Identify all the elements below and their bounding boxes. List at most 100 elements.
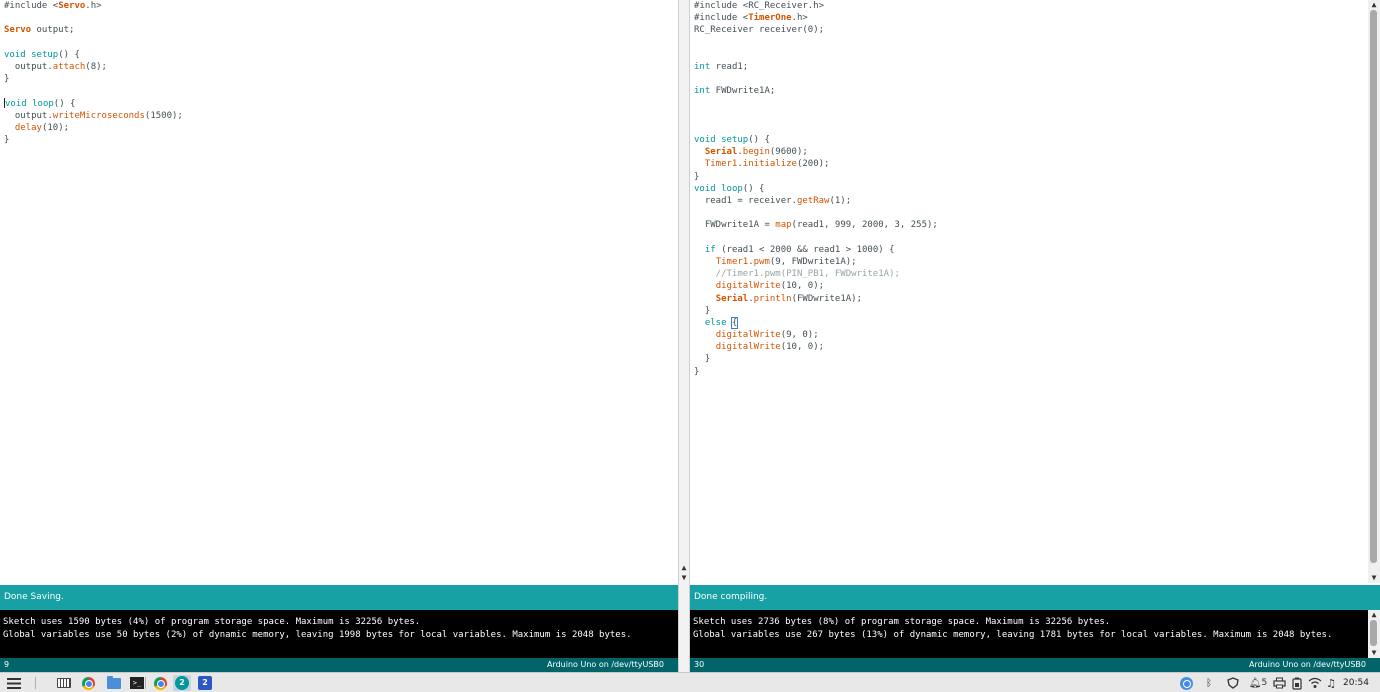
taskbar-arduino-group[interactable]: 2 <box>173 675 191 691</box>
footer-bar-right: 30 Arduino Uno on /dev/ttyUSB0 <box>690 658 1380 672</box>
code-editor-right[interactable]: #include <RC_Receiver.h> #include <TimerO… <box>690 0 1368 583</box>
code-line[interactable]: digitalWrite(10, 0); <box>694 341 1368 353</box>
code-token: (9, 0); <box>780 330 819 341</box>
code-token: delay <box>14 122 42 133</box>
code-token: (10, 0); <box>780 281 825 292</box>
code-line[interactable]: #include <TimerOne.h> <box>694 12 1368 24</box>
code-line[interactable]: FWDwrite1A = map(read1, 999, 2000, 3, 25… <box>694 219 1368 231</box>
code-line[interactable]: } <box>4 73 678 85</box>
scroll-up-icon[interactable]: ▲ <box>1368 0 1380 10</box>
browser-launcher[interactable] <box>79 675 97 691</box>
code-line[interactable]: Timer1.initialize(200); <box>694 158 1368 170</box>
code-line[interactable] <box>694 49 1368 61</box>
tray-notifications[interactable]: 🔔︎ 5 <box>1247 675 1269 691</box>
code-line[interactable]: int FWDwrite1A; <box>694 85 1368 97</box>
code-line[interactable]: RC_Receiver receiver(0); <box>694 24 1368 36</box>
code-token: (FWDwrite1A); <box>791 293 863 304</box>
chrome-icon <box>81 676 95 690</box>
tray-bluetooth[interactable]: ᛒ <box>1200 675 1218 691</box>
code-line[interactable]: digitalWrite(10, 0); <box>694 280 1368 292</box>
code-line[interactable]: } <box>694 305 1368 317</box>
code-line[interactable] <box>694 232 1368 244</box>
code-line[interactable] <box>694 98 1368 110</box>
tray-chrome[interactable] <box>1177 675 1195 691</box>
code-token: //Timer1.pwm(PIN_PB1, FWDwrite1A); <box>694 269 900 280</box>
code-line[interactable]: } <box>694 366 1368 378</box>
code-token: #include < <box>694 1 749 11</box>
code-line[interactable] <box>694 207 1368 219</box>
code-token: loop <box>721 183 743 194</box>
code-token: (200); <box>796 159 830 170</box>
code-line[interactable] <box>4 37 678 49</box>
console-scrollbar-right[interactable]: ▲ ▼ <box>1368 610 1380 658</box>
code-line[interactable]: void loop() { <box>4 98 678 110</box>
taskbar-separator <box>145 677 146 689</box>
taskbar-app-group[interactable]: 2 <box>196 675 214 691</box>
tray-vpn[interactable] <box>1224 675 1242 691</box>
code-line[interactable]: else { <box>694 316 1368 329</box>
code-token: } <box>4 135 10 146</box>
code-line[interactable] <box>4 12 678 24</box>
taskbar-chrome-window[interactable] <box>151 675 169 691</box>
tray-battery[interactable] <box>1288 675 1306 691</box>
code-text-left[interactable]: #include <Servo.h> Servo output; void setu… <box>0 0 678 146</box>
console-output-left[interactable]: Sketch uses 1590 bytes (4%) of program s… <box>0 610 678 658</box>
code-token: (9600); <box>769 147 808 158</box>
code-line[interactable] <box>694 73 1368 85</box>
code-line[interactable]: digitalWrite(9, 0); <box>694 329 1368 341</box>
file-manager-launcher[interactable] <box>105 675 123 691</box>
scroll-up-icon[interactable]: ▲ <box>1368 610 1380 620</box>
code-line[interactable]: Serial.println(FWDwrite1A); <box>694 293 1368 305</box>
code-line[interactable]: #include <RC_Receiver.h> <box>694 0 1368 12</box>
code-line[interactable]: void setup() { <box>4 49 678 61</box>
code-line[interactable]: if (read1 < 2000 && read1 > 1000) { <box>694 244 1368 256</box>
chevron-down-icon[interactable]: ▼ <box>679 573 689 583</box>
code-line[interactable]: output.writeMicroseconds(1500); <box>4 110 678 122</box>
scroll-down-icon[interactable]: ▼ <box>1368 573 1380 583</box>
app-menu-button[interactable] <box>5 675 23 691</box>
code-token: TimerOne <box>748 13 792 24</box>
code-token: Servo <box>58 1 86 11</box>
code-line[interactable]: int read1; <box>694 61 1368 73</box>
terminal-launcher[interactable]: >_ <box>128 675 146 691</box>
code-line[interactable]: } <box>694 353 1368 365</box>
code-token: output. <box>4 110 53 121</box>
code-line[interactable]: } <box>694 171 1368 183</box>
tray-audio[interactable]: ♫ <box>1322 675 1340 691</box>
code-token: #include < <box>4 1 59 11</box>
app-icon: 2 <box>198 676 212 690</box>
status-text-left: Done Saving. <box>4 592 64 602</box>
console-line: Global variables use 50 bytes (2%) of dy… <box>3 629 632 640</box>
virtual-keyboard-button[interactable] <box>55 675 73 691</box>
chevron-up-icon[interactable]: ▲ <box>679 563 689 573</box>
scrollbar-thumb[interactable] <box>1370 10 1377 563</box>
code-line[interactable]: void setup() { <box>694 134 1368 146</box>
code-line[interactable]: void loop() { <box>694 183 1368 195</box>
code-line[interactable]: Timer1.pwm(9, FWDwrite1A); <box>694 256 1368 268</box>
code-line[interactable]: Serial.begin(9600); <box>694 146 1368 158</box>
code-token: (1); <box>829 196 852 206</box>
code-line[interactable] <box>694 110 1368 122</box>
code-line[interactable]: delay(10); <box>4 122 678 134</box>
code-line[interactable] <box>694 37 1368 49</box>
scroll-down-icon[interactable]: ▼ <box>1368 648 1380 658</box>
tray-printer[interactable] <box>1270 675 1288 691</box>
code-line[interactable]: Servo output; <box>4 24 678 36</box>
code-token: map <box>775 220 792 231</box>
code-line[interactable] <box>694 122 1368 134</box>
console-output-right[interactable]: Sketch uses 2736 bytes (8%) of program s… <box>690 610 1380 658</box>
code-line[interactable]: #include <Servo.h> <box>4 0 678 12</box>
code-text-right[interactable]: #include <RC_Receiver.h> #include <TimerO… <box>690 0 1368 378</box>
code-line[interactable] <box>4 85 678 97</box>
clock[interactable]: 20:54 <box>1343 673 1369 692</box>
scrollbar-thumb[interactable] <box>1370 620 1377 646</box>
taskbar-separator <box>35 677 36 689</box>
code-line[interactable]: output.attach(8); <box>4 61 678 73</box>
code-token: void <box>4 49 26 60</box>
code-line[interactable]: } <box>4 134 678 146</box>
code-editor-left[interactable]: #include <Servo.h> Servo output; void setu… <box>0 0 678 583</box>
code-line[interactable]: //Timer1.pwm(PIN_PB1, FWDwrite1A); <box>694 268 1368 280</box>
code-token: FWDwrite1A = <box>694 220 776 231</box>
code-line[interactable]: read1 = receiver.getRaw(1); <box>694 195 1368 207</box>
editor-scrollbar-right[interactable]: ▲ ▼ <box>1368 0 1380 583</box>
